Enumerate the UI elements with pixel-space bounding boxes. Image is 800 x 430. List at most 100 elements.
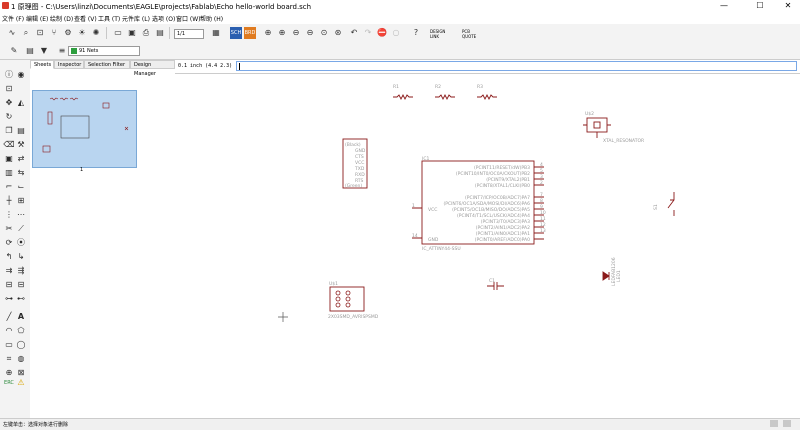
redraw-icon[interactable]: ⊛ (332, 27, 344, 39)
connect-icon[interactable]: ⊶ (3, 293, 15, 305)
miter-icon[interactable]: ↰ (3, 251, 15, 263)
tab-selection-filter[interactable]: Selection Filter (84, 60, 130, 69)
settings-icon[interactable]: ⚙ (62, 27, 74, 39)
erc-icon[interactable]: ⟳ (3, 237, 15, 249)
paste-icon[interactable]: ▤ (15, 125, 27, 137)
sheet-select[interactable]: 1/1 (174, 29, 204, 39)
schematic-drawing: R1 R2 R3 (Black) GND CTS VCC TXD RXD RTS (278, 84, 675, 322)
menu-window[interactable]: 窗口 (W) (176, 14, 201, 23)
menu-file[interactable]: 文件 (F) (2, 14, 24, 23)
attribute-icon[interactable]: ⊟ (15, 279, 27, 291)
print-icon[interactable]: ⎙ (140, 27, 152, 39)
bus-icon[interactable]: ⌙ (15, 181, 27, 193)
menu-help[interactable]: 帮助 (H) (200, 14, 223, 23)
value-icon[interactable]: ⋮ (3, 209, 15, 221)
dimension-icon[interactable]: ⊷ (15, 293, 27, 305)
zoom-minus-icon[interactable]: ⊖ (304, 27, 316, 39)
rectangle-icon[interactable]: ▭ (3, 339, 15, 351)
design-link-button[interactable]: DESIGN LINK (430, 29, 450, 39)
name-icon[interactable]: ⋯ (15, 209, 27, 221)
frame-icon[interactable]: ⌗ (3, 353, 15, 365)
add-part-icon[interactable]: ▣ (3, 153, 15, 165)
svg-text:CTS: CTS (355, 154, 364, 160)
zoom-area-icon[interactable]: ⊙ (318, 27, 330, 39)
copy-icon[interactable]: ❐ (3, 125, 15, 137)
route-icon[interactable]: ↳ (15, 251, 27, 263)
line-icon[interactable]: ╱ (3, 311, 15, 323)
tab-design-manager[interactable]: Design Manager (130, 60, 175, 77)
gate-swap-icon[interactable]: ▥ (3, 167, 15, 179)
save-icon[interactable]: ▣ (126, 27, 138, 39)
close-window-button[interactable]: ✕ (776, 0, 800, 12)
warning-icon[interactable]: ⚠ (15, 377, 27, 389)
svg-text:(PCINT0/AREF/ADC0)PA0: (PCINT0/AREF/ADC0)PA0 (475, 237, 530, 243)
cam-icon[interactable]: ▤ (154, 27, 166, 39)
delete-icon[interactable]: ⌫ (3, 139, 15, 151)
svg-text:14: 14 (412, 233, 418, 239)
sheet-thumbnail[interactable] (32, 90, 137, 168)
help-icon[interactable]: ? (410, 27, 422, 39)
menu-view[interactable]: 查看 (V) (74, 14, 97, 23)
gear-icon[interactable]: ✺ (90, 27, 102, 39)
menu-library[interactable]: 元件库 (L) (122, 14, 150, 23)
zoom-in-icon[interactable]: ⊕ (276, 27, 288, 39)
replace-icon[interactable]: ⇄ (15, 153, 27, 165)
pin-swap-icon[interactable]: ⇆ (15, 167, 27, 179)
ripup-icon[interactable]: ⇶ (15, 265, 27, 277)
command-line-input[interactable] (236, 61, 797, 71)
layers-icon[interactable]: ▤ (24, 45, 36, 57)
open-file-icon[interactable]: ▭ (112, 27, 124, 39)
tab-inspector[interactable]: Inspector (54, 60, 84, 69)
zoom-out-icon[interactable]: ⊖ (290, 27, 302, 39)
menu-options[interactable]: 选项 (O) (152, 14, 175, 23)
circle-icon[interactable]: ◯ (15, 339, 27, 351)
go-icon[interactable]: ○ (390, 27, 402, 39)
zoom-fit-icon[interactable]: ⊕ (262, 27, 274, 39)
undo-icon[interactable]: ↶ (348, 27, 360, 39)
redo-icon[interactable]: ↷ (362, 27, 374, 39)
command-toolbar: ⓘ ◉ ⊡ ✥ ◭ ↻ ❐ ▤ ⌫ ⚒ ▣ ⇄ ▥ ⇆ ⌐ ⌙ ┼ ⊞ ⋮ ⋯ … (0, 60, 31, 418)
zoom-select-icon[interactable]: ⌕ (20, 27, 32, 39)
mirror-icon[interactable]: ◭ (15, 97, 27, 109)
display-icon[interactable]: ⊡ (3, 83, 15, 95)
pencil-icon[interactable]: ✎ (8, 45, 20, 57)
magnify-icon[interactable]: ⊡ (34, 27, 46, 39)
maximize-button[interactable]: ☐ (748, 0, 772, 12)
text-icon[interactable]: A (15, 311, 27, 323)
menu-edit[interactable]: 编辑 (E) (26, 14, 48, 23)
menu-draw[interactable]: 绘制 (D) (50, 14, 73, 23)
layer-select[interactable]: 91 Nets (68, 46, 140, 56)
board-icon[interactable]: ▦ (210, 27, 222, 39)
filter-icon[interactable]: ▼ (38, 45, 50, 57)
menu-tools[interactable]: 工具 (T) (98, 14, 120, 23)
tab-sheets[interactable]: Sheets (30, 60, 54, 69)
tree-icon[interactable]: ⑂ (48, 27, 60, 39)
polygon-icon[interactable]: ⬠ (15, 325, 27, 337)
label-icon[interactable]: ⊞ (15, 195, 27, 207)
hole-icon[interactable]: ◍ (15, 353, 27, 365)
show-icon[interactable]: ◉ (15, 69, 27, 81)
smash-icon[interactable]: ✂ (3, 223, 15, 235)
net-icon[interactable]: ⌐ (3, 181, 15, 193)
minimize-button[interactable]: — (712, 0, 736, 12)
svg-text:GND: GND (355, 148, 366, 154)
wire-tool-icon[interactable]: ∿ (6, 27, 18, 39)
wrench-icon[interactable]: ⚒ (15, 139, 27, 151)
brd-icon[interactable]: BRD (244, 27, 256, 39)
move-icon[interactable]: ✥ (3, 97, 15, 109)
errors-icon[interactable]: ⦿ (15, 237, 27, 249)
sun-icon[interactable]: ☀ (76, 27, 88, 39)
rotate-icon[interactable]: ↻ (3, 111, 15, 123)
grid-icon[interactable]: ≡ (56, 45, 68, 57)
pcb-quote-button[interactable]: PCB QUOTE (462, 29, 480, 39)
split-icon[interactable]: ⟋ (15, 223, 27, 235)
optimize-icon[interactable]: ⇉ (3, 265, 15, 277)
info-icon[interactable]: ⓘ (3, 69, 15, 81)
sch-icon[interactable]: SCH (230, 27, 242, 39)
junction-icon[interactable]: ┼ (3, 195, 15, 207)
stop-icon[interactable]: ⛔ (376, 27, 388, 39)
group-icon[interactable]: ⊟ (3, 279, 15, 291)
schematic-canvas[interactable]: R1 R2 R3 (Black) GND CTS VCC TXD RXD RTS (175, 73, 800, 419)
erc-check-icon[interactable]: ERC (3, 377, 15, 389)
arc-icon[interactable]: ◠ (3, 325, 15, 337)
